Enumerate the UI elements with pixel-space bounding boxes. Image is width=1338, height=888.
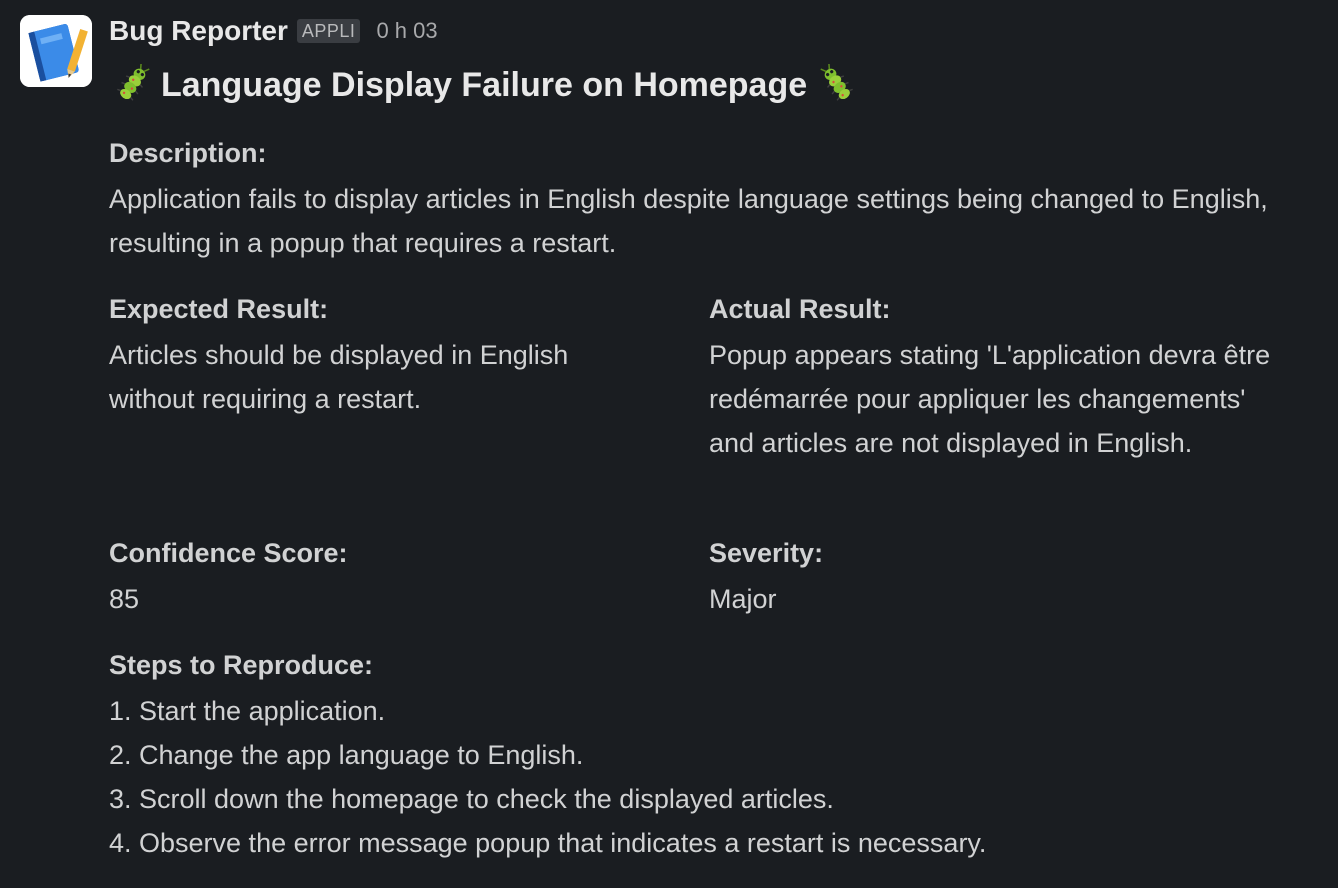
expected-result-label: Expected Result: <box>109 294 329 324</box>
description-label: Description: <box>109 138 267 168</box>
bug-report-message: Bug Reporter APPLI 0 h 03 Language Displ… <box>0 0 1338 888</box>
steps-label: Steps to Reproduce: <box>109 650 374 680</box>
app-badge: APPLI <box>296 19 361 43</box>
step-item: 3. Scroll down the homepage to check the… <box>109 784 834 814</box>
message-title: Language Display Failure on Homepage <box>161 65 808 104</box>
confidence-score-label: Confidence Score: <box>109 538 348 568</box>
bug-icon <box>820 64 854 101</box>
steps-list: 1. Start the application. 2. Change the … <box>109 689 986 865</box>
actual-result-value: Popup appears stating 'L'application dev… <box>709 340 1271 458</box>
confidence-score-value: 85 <box>109 584 140 614</box>
step-item: 2. Change the app language to English. <box>109 740 584 770</box>
expected-result-value: Articles should be displayed in English … <box>109 340 569 414</box>
sender-name[interactable]: Bug Reporter <box>109 15 288 47</box>
severity-label: Severity: <box>709 538 824 568</box>
severity-value: Major <box>709 584 777 614</box>
notebook-icon <box>20 15 92 87</box>
step-item: 4. Observe the error message popup that … <box>109 828 987 858</box>
message-header: Bug Reporter APPLI 0 h 03 <box>109 12 438 50</box>
description-value: Application fails to display articles in… <box>109 184 1268 258</box>
actual-result-label: Actual Result: <box>709 294 891 324</box>
bug-icon <box>117 64 150 101</box>
message-timestamp[interactable]: 0 h 03 <box>376 18 437 44</box>
bug-reporter-avatar[interactable] <box>20 15 92 87</box>
step-item: 1. Start the application. <box>109 696 386 726</box>
message-title-row: Language Display Failure on Homepage <box>109 62 861 108</box>
